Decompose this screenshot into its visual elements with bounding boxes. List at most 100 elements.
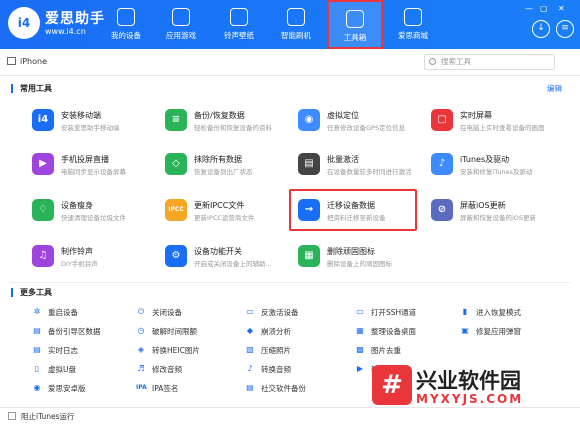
tool-desc: 电脑同步显示设备屏幕	[61, 168, 126, 176]
tool-icon: ▦	[298, 245, 320, 267]
tool-name: 实时屏幕	[460, 111, 492, 120]
tool-name: iTunes及驱动	[460, 155, 510, 164]
tool-item[interactable]: ◇ 抹除所有数据 恢复设备到出厂状态	[165, 151, 293, 185]
more-tool-name: 社交软件备份	[261, 384, 306, 393]
more-tool-item[interactable]: ▯ 虚拟U盘	[32, 363, 142, 377]
edit-link[interactable]: 编辑	[547, 83, 562, 94]
menu-icon[interactable]: ≡	[556, 20, 574, 38]
more-tool-name: 修复应用弹窗	[476, 327, 521, 336]
nav-tab-1[interactable]: 应用游戏	[153, 0, 209, 49]
tool-desc: 任意修改设备GPS定位信息	[327, 124, 406, 132]
more-tool-item[interactable]: ◆ 崩溃分析	[245, 325, 355, 339]
block-itunes-checkbox[interactable]	[8, 412, 16, 420]
tool-item[interactable]: ⊘ 屏蔽iOS更新屏蔽和恢复设备的iOS更新	[431, 197, 559, 231]
nav-tab-2[interactable]: 铃声壁纸	[211, 0, 267, 49]
more-tool-name: 重启设备	[48, 308, 78, 317]
more-tool-icon: ▭	[246, 307, 254, 316]
more-tool-icon: ▣	[461, 326, 469, 335]
tool-item[interactable]: ⚙ 设备功能开关开启或关闭设备上的辅助...	[165, 243, 293, 277]
flash-icon	[287, 8, 305, 26]
nav-tab-3[interactable]: 智能刷机	[268, 0, 324, 49]
more-tool-item[interactable]: ♪ 转换音频	[245, 363, 355, 377]
tool-name: 批量激活	[327, 155, 359, 164]
tool-icon: ⊘	[431, 199, 453, 221]
more-tool-item[interactable]: ▤ 备份引导区数据	[32, 325, 142, 339]
app-store-icon	[172, 8, 190, 26]
nav-tab-5[interactable]: 爱思商城	[385, 0, 441, 49]
tool-icon: IPCC	[165, 199, 187, 221]
tool-icon: ⚙	[165, 245, 187, 267]
more-tool-name: 破解时间限额	[152, 327, 197, 336]
more-tool-name: 压缩照片	[261, 346, 291, 355]
more-tool-icon: ♪	[247, 364, 253, 373]
more-tool-item[interactable]: IPA IPA签名	[136, 382, 246, 396]
tool-item[interactable]: ♢ 设备瘦身 快速清理设备垃圾文件	[32, 197, 160, 231]
more-tool-item[interactable]: ◈ 转换HEIC图片	[136, 344, 246, 358]
tool-item[interactable]: ▦ 删除顽固图标 删除设备上的顽固图标	[298, 243, 426, 277]
minimize-icon[interactable]: —	[525, 4, 533, 13]
more-tool-name: 转换HEIC图片	[152, 346, 200, 355]
tool-desc: 轻松备份和恢复设备的资料	[194, 124, 272, 132]
tool-item[interactable]: ≡ 备份/恢复数据 轻松备份和恢复设备的资料	[165, 107, 293, 141]
more-tool-item[interactable]: ▣ 修复应用弹窗	[460, 325, 570, 339]
tool-item[interactable]: ▢ 实时屏幕 在电脑上实时查看设备的画面	[431, 107, 559, 141]
brand-url: www.i4.cn	[45, 27, 86, 36]
nav-tab-4[interactable]: 工具箱	[327, 0, 383, 49]
more-tool-name: 备份引导区数据	[48, 327, 101, 336]
more-tool-name: 反激活设备	[261, 308, 299, 317]
footer-bar: 阻止iTunes运行	[0, 407, 580, 425]
more-tool-item[interactable]: ▦ 整理设备桌面	[355, 325, 465, 339]
tool-item[interactable]: i4 安装移动端 安装爱思助手移动端	[32, 107, 160, 141]
sub-bar: iPhone 搜索工具	[0, 49, 580, 76]
more-tool-icon: ▶	[356, 364, 364, 373]
tool-desc: 开启或关闭设备上的辅助...	[194, 260, 272, 268]
watermark-url: MYXYJS.COM	[416, 392, 524, 406]
more-tool-item[interactable]: ▩ 图片去重	[355, 344, 465, 358]
tool-item[interactable]: ♫ 制作铃声 DIY手机铃声	[32, 243, 160, 277]
more-tool-item[interactable]: ▤ 社交软件备份	[245, 382, 355, 396]
tool-name: 手机投屏直播	[61, 155, 109, 164]
tool-item[interactable]: ▤ 批量激活 在设备数量较多时同进行激活	[298, 151, 426, 185]
nav-tab-label: 工具箱	[343, 33, 367, 42]
device-name[interactable]: iPhone	[20, 57, 47, 66]
more-tool-name: 图片去重	[371, 346, 401, 355]
tool-name: 屏蔽iOS更新	[460, 201, 506, 210]
more-tool-item[interactable]: ◉ 爱思安卓版	[32, 382, 142, 396]
download-icon[interactable]: ↓	[532, 20, 550, 38]
maximize-icon[interactable]: ▢	[540, 4, 548, 13]
close-icon[interactable]: ✕	[558, 4, 565, 13]
tool-icon: i4	[32, 109, 54, 131]
tool-name: 设备功能开关	[194, 247, 242, 256]
more-tool-name: 进入恢复模式	[476, 308, 521, 317]
tool-item[interactable]: ▶ 手机投屏直播电脑同步显示设备屏幕	[32, 151, 160, 185]
more-tool-item[interactable]: ✲ 重启设备	[32, 306, 142, 320]
music-icon	[230, 8, 248, 26]
divider	[10, 282, 570, 283]
more-tool-item[interactable]: ▮ 进入恢复模式	[460, 306, 570, 320]
tool-item[interactable]: ◉ 虚拟定位 任意修改设备GPS定位信息	[298, 107, 426, 141]
more-tool-item[interactable]: ▭ 打开SSH通道	[355, 306, 465, 320]
search-input[interactable]: 搜索工具	[424, 54, 555, 70]
tool-item[interactable]: IPCC 更新IPCC文件 更新IPCC运营商文件	[165, 197, 293, 231]
more-tool-item[interactable]: ▤ 实时日志	[32, 344, 142, 358]
more-tool-item[interactable]: ◷ 破解时间限额	[136, 325, 246, 339]
section-marker	[11, 84, 13, 93]
tool-desc: 快速清理设备垃圾文件	[61, 214, 126, 222]
more-tool-icon: ▤	[33, 345, 41, 354]
more-tools-title: 更多工具	[20, 288, 52, 297]
device-icon	[7, 57, 16, 65]
more-tool-item[interactable]: ⏻ 关闭设备	[136, 306, 246, 320]
more-tool-item[interactable]: ▭ 反激活设备	[245, 306, 355, 320]
nav-tab-0[interactable]: 我的设备	[98, 0, 154, 49]
more-tool-item[interactable]: ♬ 修改音频	[136, 363, 246, 377]
tool-desc: 屏蔽和恢复设备的iOS更新	[460, 214, 537, 222]
more-tool-item[interactable]: ▨ 压缩照片	[245, 344, 355, 358]
tool-icon: ♢	[32, 199, 54, 221]
tool-icon: ▶	[32, 153, 54, 175]
tool-item[interactable]: ♪ iTunes及驱动 安装和修复iTunes及驱动	[431, 151, 559, 185]
more-tool-icon: ▭	[356, 307, 364, 316]
tool-desc: 在设备数量较多时同进行激活	[327, 168, 412, 176]
more-tool-name: 修改音频	[152, 365, 182, 374]
more-tool-name: 虚拟U盘	[48, 365, 76, 374]
watermark-logo: #	[372, 365, 412, 405]
